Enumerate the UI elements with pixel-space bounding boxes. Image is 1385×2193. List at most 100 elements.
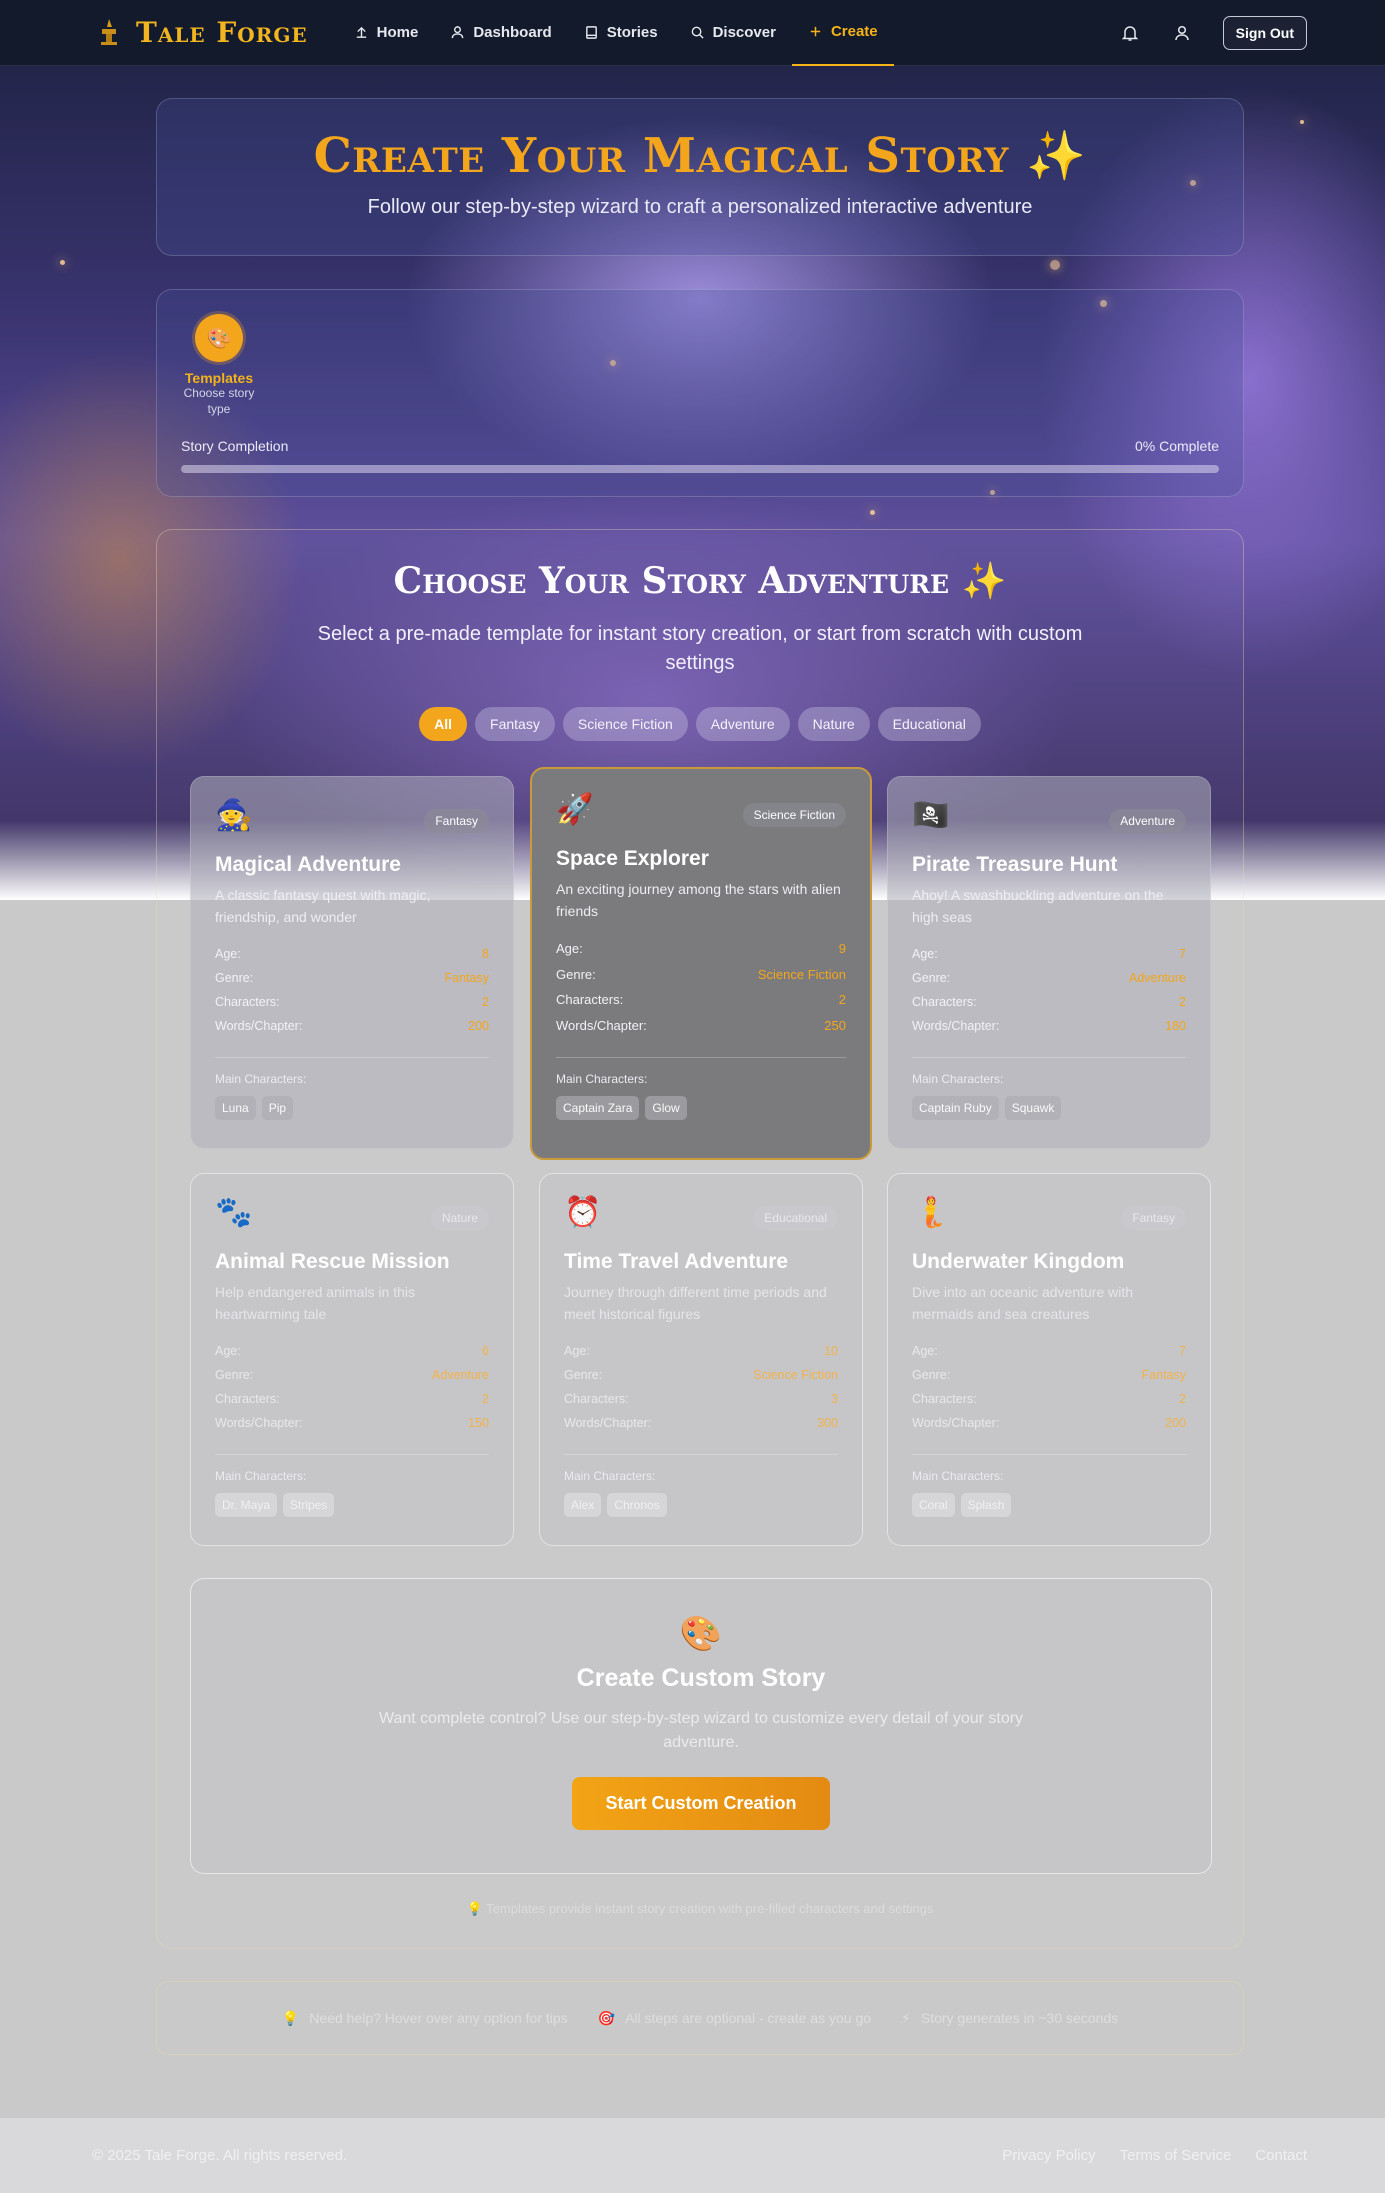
completion-label: Story Completion — [181, 438, 289, 454]
template-title: Pirate Treasure Hunt — [912, 853, 1118, 876]
character-tags: Luna Pip — [215, 1096, 489, 1120]
template-stats: Age: 9 Genre: Science Fiction Characters: 2… — [556, 941, 846, 1043]
profile-icon[interactable] — [1171, 22, 1193, 44]
character-tags: Dr. Maya Stripes — [215, 1493, 489, 1517]
help-tip: 💡 Need help? Hover over any option for t… — [281, 2009, 568, 2027]
stat-label: Words/Chapter: — [215, 1416, 303, 1430]
target-icon: 🎯 — [597, 2009, 616, 2026]
filter-educational[interactable]: Educational — [877, 707, 981, 741]
template-title: Animal Rescue Mission — [215, 1250, 450, 1273]
character-tag: Captain Zara — [556, 1096, 640, 1120]
template-card[interactable]: 🧙 Fantasy Magical Adventure A classic fa… — [190, 776, 514, 1149]
divider — [215, 1454, 489, 1455]
plus-icon — [810, 26, 821, 37]
stat-value: 6 — [482, 1344, 489, 1358]
search-icon — [691, 26, 704, 39]
help-tip: ⚡ Story generates in ~30 seconds — [901, 2009, 1119, 2027]
template-card[interactable]: 🐾 Nature Animal Rescue Mission Help enda… — [190, 1173, 514, 1546]
nav-links: Home Dashboard Stories Discover Create — [338, 0, 894, 66]
filter-fantasy[interactable]: Fantasy — [475, 707, 555, 741]
stat-label: Characters: — [556, 992, 624, 1007]
stat-label: Genre: — [564, 1368, 603, 1382]
sign-out-button[interactable]: Sign Out — [1222, 15, 1307, 50]
stat-label: Characters: — [912, 1392, 977, 1406]
stat-label: Genre: — [912, 1368, 951, 1382]
template-stats: Age: 6 Genre: Adventure Characters: 2 Words… — [215, 1344, 489, 1440]
stat-label: Characters: — [215, 995, 280, 1009]
stat-value: 7 — [1179, 947, 1186, 961]
filter-adventure[interactable]: Adventure — [695, 707, 790, 741]
lightbulb-icon: 💡 — [281, 2009, 300, 2026]
template-title: Time Travel Adventure — [564, 1250, 789, 1273]
custom-story-title: Create Custom Story — [576, 1664, 826, 1692]
stat-value: 150 — [468, 1416, 489, 1430]
stat-label: Words/Chapter: — [556, 1017, 647, 1033]
stat-value: 2 — [482, 995, 489, 1009]
stat-value: 8 — [482, 947, 489, 961]
genre-badge: Science Fiction — [742, 803, 846, 827]
stat-label: Age: — [912, 1344, 938, 1358]
stat-value: Fantasy — [1141, 1368, 1186, 1382]
help-bar: 💡 Need help? Hover over any option for t… — [156, 1981, 1244, 2055]
footer-link-privacy[interactable]: Privacy Policy — [1002, 2147, 1095, 2164]
filter-science-fiction[interactable]: Science Fiction — [562, 707, 688, 741]
footer-link-terms[interactable]: Terms of Service — [1120, 2147, 1232, 2164]
character-tag: Alex — [564, 1493, 602, 1517]
stat-value: 10 — [824, 1344, 838, 1358]
book-icon — [585, 26, 597, 39]
nav-home[interactable]: Home — [338, 0, 435, 66]
template-card[interactable]: 🏴‍☠️ Adventure Pirate Treasure Hunt Ahoy… — [887, 776, 1211, 1149]
pirate-flag-icon: 🏴‍☠️ — [912, 799, 950, 832]
stat-value: Adventure — [432, 1368, 489, 1382]
template-chooser: Choose Your Story Adventure ✨ Select a p… — [156, 529, 1244, 1949]
nav-dashboard[interactable]: Dashboard — [434, 0, 567, 66]
stat-value: 2 — [1179, 995, 1186, 1009]
character-tag: Glow — [645, 1096, 687, 1120]
bell-icon[interactable] — [1119, 22, 1141, 44]
genre-badge: Fantasy — [424, 809, 489, 833]
custom-story-card: 🎨 Create Custom Story Want complete cont… — [190, 1578, 1212, 1874]
stat-value: 2 — [482, 1392, 489, 1406]
wizard-progress: 🎨 Templates Choose story type Story Comp… — [156, 289, 1244, 497]
template-description: A classic fantasy quest with magic, frie… — [215, 887, 431, 925]
character-tag: Splash — [960, 1493, 1012, 1517]
stat-label: Genre: — [215, 1368, 254, 1382]
stat-value: 300 — [817, 1416, 838, 1430]
brand-name: Tale Forge — [136, 16, 308, 49]
stat-label: Characters: — [215, 1392, 280, 1406]
nav-stories[interactable]: Stories — [568, 0, 674, 66]
nav-discover[interactable]: Discover — [674, 0, 792, 66]
character-tag: Coral — [912, 1493, 955, 1517]
template-stats: Age: 8 Genre: Fantasy Characters: 2 Words/C… — [215, 947, 489, 1043]
stat-value: 2 — [1179, 1392, 1186, 1406]
stat-label: Genre: — [556, 966, 596, 982]
stat-label: Age: — [215, 1344, 241, 1358]
stat-value: 200 — [1165, 1416, 1186, 1430]
divider — [912, 1454, 1186, 1455]
genre-badge: Adventure — [1109, 809, 1186, 833]
nav-create[interactable]: Create — [791, 0, 894, 66]
progress-bar — [181, 465, 1219, 473]
paw-icon: 🐾 — [215, 1196, 253, 1229]
footer-link-contact[interactable]: Contact — [1255, 2147, 1307, 2164]
filter-all[interactable]: All — [419, 707, 468, 741]
help-tip: 🎯 All steps are optional - create as you… — [597, 2009, 872, 2027]
template-card[interactable]: 🧜 Fantasy Underwater Kingdom Dive into a… — [887, 1173, 1211, 1546]
page-subtitle: Follow our step-by-step wizard to craft … — [367, 196, 1033, 218]
character-tags: Coral Splash — [912, 1493, 1186, 1517]
stat-label: Genre: — [912, 971, 951, 985]
completion-value: 0% Complete — [1134, 438, 1219, 454]
section-title: Choose Your Story Adventure ✨ — [393, 560, 1007, 602]
divider — [564, 1454, 838, 1455]
user-icon — [451, 26, 464, 39]
template-card[interactable]: 🚀 Science Fiction Space Explorer An exci… — [530, 767, 872, 1160]
lightning-icon: ⚡ — [901, 2009, 911, 2026]
brand-logo[interactable]: Tale Forge — [96, 16, 308, 49]
wizard-step-templates[interactable]: 🎨 Templates Choose story type — [177, 314, 261, 417]
template-card[interactable]: ⏰ Educational Time Travel Adventure Jour… — [539, 1173, 863, 1546]
stat-label: Characters: — [564, 1392, 629, 1406]
stat-value: Science Fiction — [757, 966, 846, 982]
anvil-logo-icon — [96, 17, 122, 49]
start-custom-creation-button[interactable]: Start Custom Creation — [572, 1777, 830, 1830]
filter-nature[interactable]: Nature — [797, 707, 870, 741]
